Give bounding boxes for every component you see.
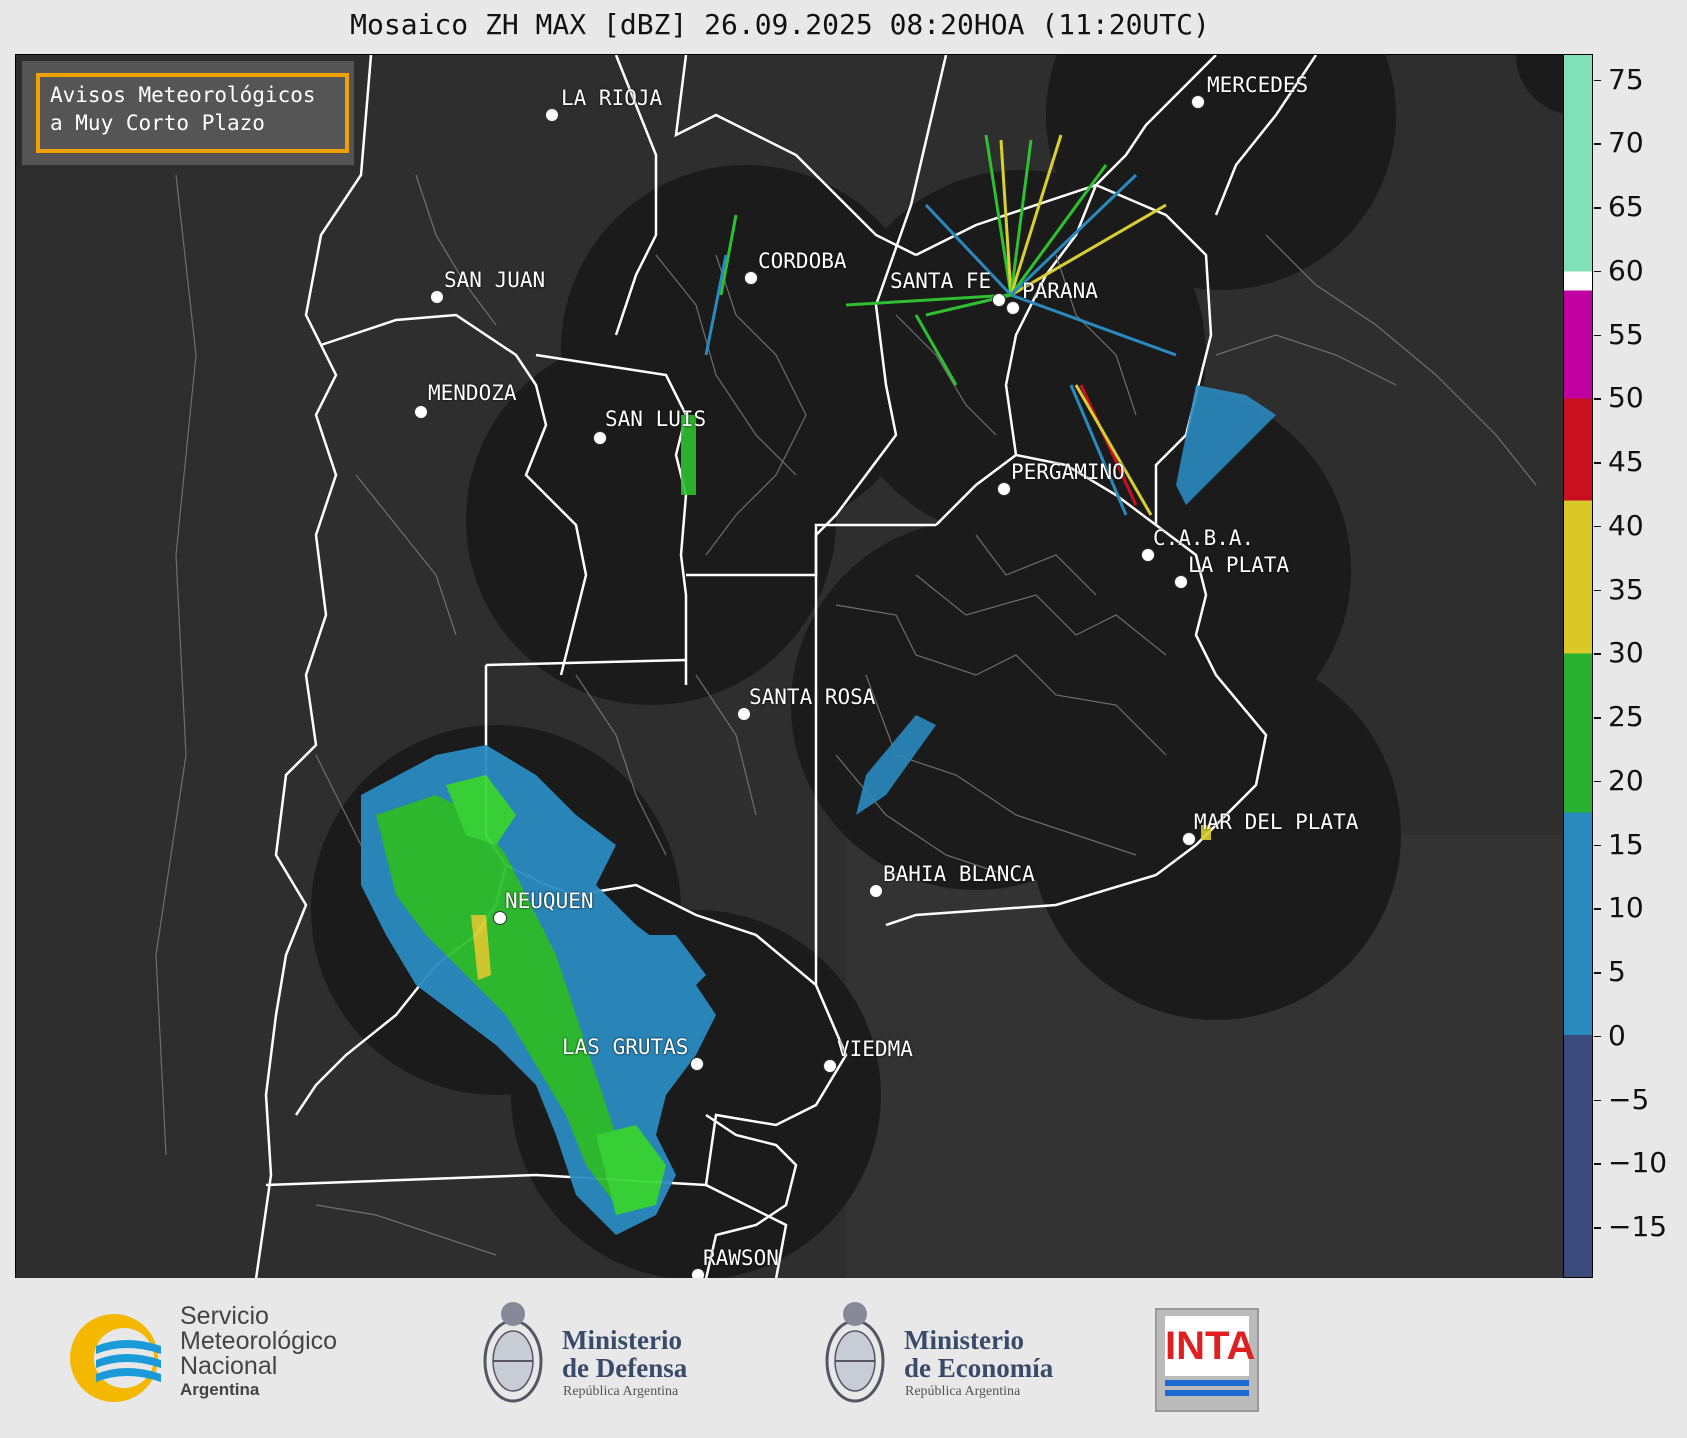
colorbar bbox=[1563, 54, 1593, 1278]
smn-name: Servicio Meteorológico Nacional Argentin… bbox=[180, 1302, 338, 1400]
city-marker-icon bbox=[1191, 95, 1205, 109]
colorbar-tick-label: 15 bbox=[1608, 827, 1644, 861]
map-canvas bbox=[16, 55, 1563, 1279]
city-marker-icon bbox=[823, 1059, 837, 1073]
city-label: CORDOBA bbox=[758, 249, 847, 273]
city-label: PARANA bbox=[1022, 279, 1098, 303]
footer-logos: Servicio Meteorológico Nacional Argentin… bbox=[0, 1278, 1687, 1438]
city-marker-icon bbox=[1006, 301, 1020, 315]
colorbar-tick-label: 20 bbox=[1608, 763, 1644, 797]
alert-badge-text: Avisos Meteorológicos a Muy Corto Plazo bbox=[36, 73, 349, 153]
city-marker-icon bbox=[869, 884, 883, 898]
colorbar-tick-mark bbox=[1594, 207, 1601, 209]
colorbar-tick-mark bbox=[1594, 1099, 1601, 1101]
city-label: LA RIOJA bbox=[561, 86, 663, 110]
colorbar-tick-mark bbox=[1594, 908, 1601, 910]
city-marker-icon bbox=[690, 1057, 704, 1071]
badge-line1: Avisos Meteorológicos bbox=[50, 83, 316, 107]
defensa-title: Ministerio de Defensa bbox=[562, 1325, 688, 1383]
city-label: MAR DEL PLATA bbox=[1194, 810, 1359, 834]
colorbar-tick-label: 25 bbox=[1608, 700, 1644, 733]
colorbar-tick-mark bbox=[1594, 462, 1601, 464]
city-label: PERGAMINO bbox=[1011, 460, 1125, 484]
colorbar-tick-mark bbox=[1594, 1035, 1601, 1038]
city-marker-icon bbox=[1141, 548, 1155, 562]
city-label: NEUQUEN bbox=[505, 889, 594, 913]
colorbar-tick-mark bbox=[1594, 717, 1601, 719]
colorbar-tick-mark bbox=[1594, 334, 1601, 336]
city-marker-icon bbox=[430, 290, 444, 304]
colorbar-tick-label: 0 bbox=[1608, 1018, 1626, 1052]
city-marker-icon bbox=[1174, 575, 1188, 589]
city-label: C.A.B.A. bbox=[1153, 526, 1255, 550]
colorbar-tick-label: 60 bbox=[1608, 253, 1644, 287]
city-label: MENDOZA bbox=[428, 381, 517, 405]
map-title: Mosaico ZH MAX [dBZ] 26.09.2025 08:20HOA… bbox=[350, 8, 1210, 41]
colorbar-tick-mark bbox=[1594, 653, 1601, 655]
city-label: MERCEDES bbox=[1207, 73, 1309, 97]
city-marker-icon bbox=[997, 482, 1011, 496]
colorbar-tick-label: 40 bbox=[1608, 508, 1644, 542]
economia-sub: República Argentina bbox=[905, 1384, 1021, 1399]
colorbar-tick-label: 70 bbox=[1608, 126, 1644, 160]
colorbar-tick-mark bbox=[1594, 398, 1601, 400]
city-marker-icon bbox=[593, 431, 607, 445]
city-marker-icon bbox=[493, 911, 507, 925]
city-label: SAN LUIS bbox=[605, 407, 707, 431]
city-label: SAN JUAN bbox=[444, 268, 546, 292]
colorbar-tick-mark bbox=[1594, 79, 1601, 81]
colorbar-tick-mark bbox=[1594, 1163, 1601, 1165]
colorbar-tick-mark bbox=[1594, 525, 1601, 528]
colorbar-tick-label: 65 bbox=[1608, 190, 1644, 223]
inta-logo: INTA bbox=[1155, 1308, 1259, 1412]
colorbar-tick-label: 30 bbox=[1608, 636, 1644, 670]
city-marker-icon bbox=[744, 271, 758, 285]
colorbar-tick-mark bbox=[1594, 1227, 1601, 1229]
radar-map[interactable]: Avisos Meteorológicos a Muy Corto Plazo bbox=[15, 54, 1564, 1280]
city-label: LAS GRUTAS bbox=[562, 1035, 689, 1059]
colorbar-tick-label: 50 bbox=[1608, 381, 1644, 415]
colorbar-tick-label: 75 bbox=[1608, 62, 1644, 96]
city-label: BAHIA BLANCA bbox=[883, 862, 1035, 886]
colorbar-tick-label: −15 bbox=[1608, 1210, 1668, 1243]
colorbar-tick-mark bbox=[1594, 143, 1601, 145]
economia-seal-icon bbox=[825, 1302, 885, 1403]
smn-logo-icon bbox=[70, 1314, 161, 1402]
city-label: RAWSON bbox=[703, 1246, 779, 1270]
city-label: SANTA FE bbox=[890, 269, 992, 293]
city-label: VIEDMA bbox=[837, 1037, 913, 1061]
badge-line2: a Muy Corto Plazo bbox=[50, 111, 265, 135]
city-label: LA PLATA bbox=[1188, 553, 1290, 577]
colorbar-tick-mark bbox=[1594, 780, 1601, 783]
colorbar-tick-mark bbox=[1594, 844, 1601, 846]
city-marker-icon bbox=[737, 707, 751, 721]
city-marker-icon bbox=[545, 108, 559, 122]
alert-badge: Avisos Meteorológicos a Muy Corto Plazo bbox=[22, 61, 354, 165]
colorbar-tick-label: 35 bbox=[1608, 572, 1644, 606]
colorbar-tick-label: 5 bbox=[1608, 955, 1626, 988]
colorbar-tick-label: 10 bbox=[1608, 891, 1644, 925]
colorbar-tick-label: 55 bbox=[1608, 317, 1644, 351]
city-marker-icon bbox=[1182, 832, 1196, 846]
defensa-sub: República Argentina bbox=[563, 1384, 679, 1399]
city-label: SANTA ROSA bbox=[749, 685, 876, 709]
colorbar-tick-label: 45 bbox=[1608, 445, 1644, 478]
colorbar-tick-label: −5 bbox=[1608, 1082, 1650, 1116]
city-marker-icon bbox=[992, 293, 1006, 307]
city-marker-icon bbox=[414, 405, 428, 419]
defensa-seal-icon bbox=[483, 1302, 543, 1403]
colorbar-tick-mark bbox=[1594, 270, 1601, 273]
colorbar-tick-mark bbox=[1594, 589, 1601, 591]
economia-title: Ministerio de Economía bbox=[904, 1325, 1054, 1383]
colorbar-tick-mark bbox=[1594, 972, 1601, 974]
colorbar-tick-label: −10 bbox=[1608, 1146, 1668, 1180]
